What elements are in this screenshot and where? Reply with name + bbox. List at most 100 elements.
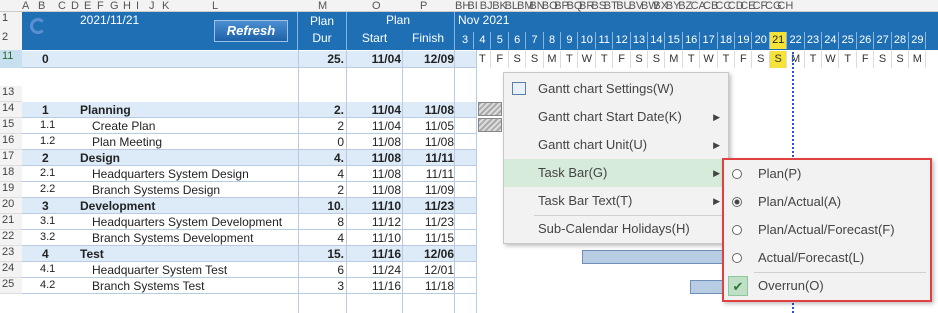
wbs-cell[interactable]: 3 — [42, 199, 49, 213]
day-header[interactable]: 22 — [788, 32, 805, 49]
context-menu-item[interactable]: Task Bar Text(T) ▶ — [504, 187, 728, 215]
context-menu-item[interactable]: Gantt chart Start Date(K) ▶ — [504, 103, 728, 131]
column-header[interactable]: M — [318, 0, 327, 12]
row-header[interactable]: 17 — [0, 150, 22, 166]
day-header[interactable]: 23 — [805, 32, 822, 49]
finish-cell[interactable]: 11/08 — [402, 103, 454, 117]
task-name-cell[interactable]: Branch Systems Test — [92, 279, 312, 293]
finish-cell[interactable]: 11/18 — [402, 279, 454, 293]
task-name-cell[interactable]: Planning — [80, 103, 300, 117]
row-header[interactable]: 24 — [0, 262, 22, 278]
finish-cell[interactable]: 12/06 — [402, 247, 454, 261]
wbs-cell[interactable]: 4.1 — [40, 263, 55, 275]
row-header[interactable]: 15 — [0, 118, 22, 134]
finish-cell[interactable]: 11/05 — [402, 119, 454, 133]
dur-cell[interactable]: 25. — [300, 52, 344, 66]
dur-cell[interactable]: 15. — [300, 247, 344, 261]
gantt-bar-dev[interactable] — [582, 250, 732, 264]
wbs-cell[interactable]: 3.1 — [40, 215, 55, 227]
context-menu-item[interactable]: Gantt chart Settings(W) — [504, 75, 728, 103]
task-name-cell[interactable]: Create Plan — [92, 119, 312, 133]
column-header[interactable]: F — [97, 0, 104, 12]
start-cell[interactable]: 11/08 — [348, 135, 401, 149]
wbs-cell[interactable]: 1.1 — [40, 119, 55, 131]
start-cell[interactable]: 11/04 — [348, 52, 401, 66]
finish-cell[interactable]: 11/08 — [402, 135, 454, 149]
day-header[interactable]: 19 — [735, 32, 753, 49]
context-menu-item[interactable]: Gantt chart Unit(U) ▶ — [504, 131, 728, 159]
submenu-item[interactable]: Plan(P) — [724, 160, 930, 188]
start-cell[interactable]: 11/10 — [348, 199, 401, 213]
dur-cell[interactable]: 3 — [300, 279, 344, 293]
day-header[interactable]: 26 — [857, 32, 875, 49]
day-header[interactable]: 5 — [492, 32, 509, 49]
start-cell[interactable]: 11/10 — [348, 231, 401, 245]
row-header[interactable]: 1 — [0, 12, 22, 31]
day-header[interactable]: 21 — [770, 32, 788, 49]
submenu-item[interactable]: Actual/Forecast(L) — [724, 244, 930, 272]
wbs-cell[interactable]: 4 — [42, 247, 49, 261]
task-name-cell[interactable]: Branch Systems Development — [92, 231, 312, 245]
task-name-cell[interactable]: Branch Systems Design — [92, 183, 312, 197]
column-header[interactable]: CH — [777, 0, 793, 12]
finish-cell[interactable]: 11/11 — [402, 151, 454, 165]
row-header[interactable]: 22 — [0, 230, 22, 246]
finish-cell[interactable]: 11/11 — [402, 167, 454, 181]
wbs-cell[interactable]: 3.2 — [40, 231, 55, 243]
finish-cell[interactable]: 12/09 — [402, 52, 454, 66]
finish-cell[interactable]: 11/09 — [402, 183, 454, 197]
row-header[interactable]: 18 — [0, 166, 22, 182]
column-header[interactable]: H — [123, 0, 131, 12]
column-header[interactable]: L — [212, 0, 218, 12]
dur-cell[interactable]: 2 — [300, 183, 344, 197]
wbs-cell[interactable]: 1.2 — [40, 135, 55, 147]
wbs-cell[interactable]: 0 — [42, 52, 49, 66]
column-header[interactable]: K — [162, 0, 169, 12]
start-cell[interactable]: 11/12 — [348, 215, 401, 229]
day-header[interactable]: 27 — [875, 32, 892, 49]
day-header[interactable]: 6 — [509, 32, 527, 49]
day-header[interactable]: 28 — [892, 32, 909, 49]
start-cell[interactable]: 11/08 — [348, 151, 401, 165]
column-header[interactable]: B — [38, 0, 45, 12]
dur-cell[interactable]: 0 — [300, 135, 344, 149]
row-header[interactable]: 25 — [0, 278, 22, 294]
dur-cell[interactable]: 4 — [300, 167, 344, 181]
wbs-cell[interactable]: 4.2 — [40, 279, 55, 291]
dur-cell[interactable]: 10. — [300, 199, 344, 213]
column-header[interactable]: BJ — [480, 0, 493, 12]
column-header[interactable]: J — [149, 0, 155, 12]
finish-cell[interactable]: 12/01 — [402, 263, 454, 277]
day-header[interactable]: 9 — [561, 32, 579, 49]
task-name-cell[interactable]: Test — [80, 247, 300, 261]
day-header[interactable]: 14 — [648, 32, 666, 49]
task-name-cell[interactable]: Plan Meeting — [92, 135, 312, 149]
wbs-cell[interactable]: 2.1 — [40, 167, 55, 179]
start-cell[interactable]: 11/08 — [348, 167, 401, 181]
day-header[interactable]: 7 — [527, 32, 544, 49]
context-menu-item[interactable]: Sub-Calendar Holidays(H) — [504, 215, 728, 243]
day-header[interactable]: 29 — [909, 32, 927, 49]
gantt-bar-create-plan[interactable] — [478, 118, 502, 132]
finish-cell[interactable]: 11/15 — [402, 231, 454, 245]
start-cell[interactable]: 11/08 — [348, 183, 401, 197]
day-header[interactable]: 11 — [596, 32, 614, 49]
task-name-cell[interactable]: Headquarters System Design — [92, 167, 312, 181]
day-header[interactable]: 16 — [683, 32, 701, 49]
start-cell[interactable]: 11/16 — [348, 279, 401, 293]
column-header[interactable]: E — [84, 0, 91, 12]
task-name-cell[interactable]: Headquarter System Test — [92, 263, 312, 277]
row-header[interactable]: 19 — [0, 182, 22, 198]
day-header[interactable]: 13 — [631, 32, 648, 49]
day-header[interactable]: 24 — [822, 32, 840, 49]
finish-cell[interactable]: 11/23 — [402, 199, 454, 213]
dur-cell[interactable]: 6 — [300, 263, 344, 277]
context-menu-item[interactable]: Task Bar(G) ▶ — [504, 159, 728, 187]
row-header[interactable]: 14 — [0, 102, 22, 118]
day-header[interactable]: 15 — [666, 32, 683, 49]
dur-cell[interactable]: 2 — [300, 119, 344, 133]
column-header[interactable]: A — [22, 0, 29, 12]
task-name-cell[interactable]: Design — [80, 151, 300, 165]
row-header[interactable]: 20 — [0, 198, 22, 214]
undo-icon[interactable] — [30, 18, 46, 34]
